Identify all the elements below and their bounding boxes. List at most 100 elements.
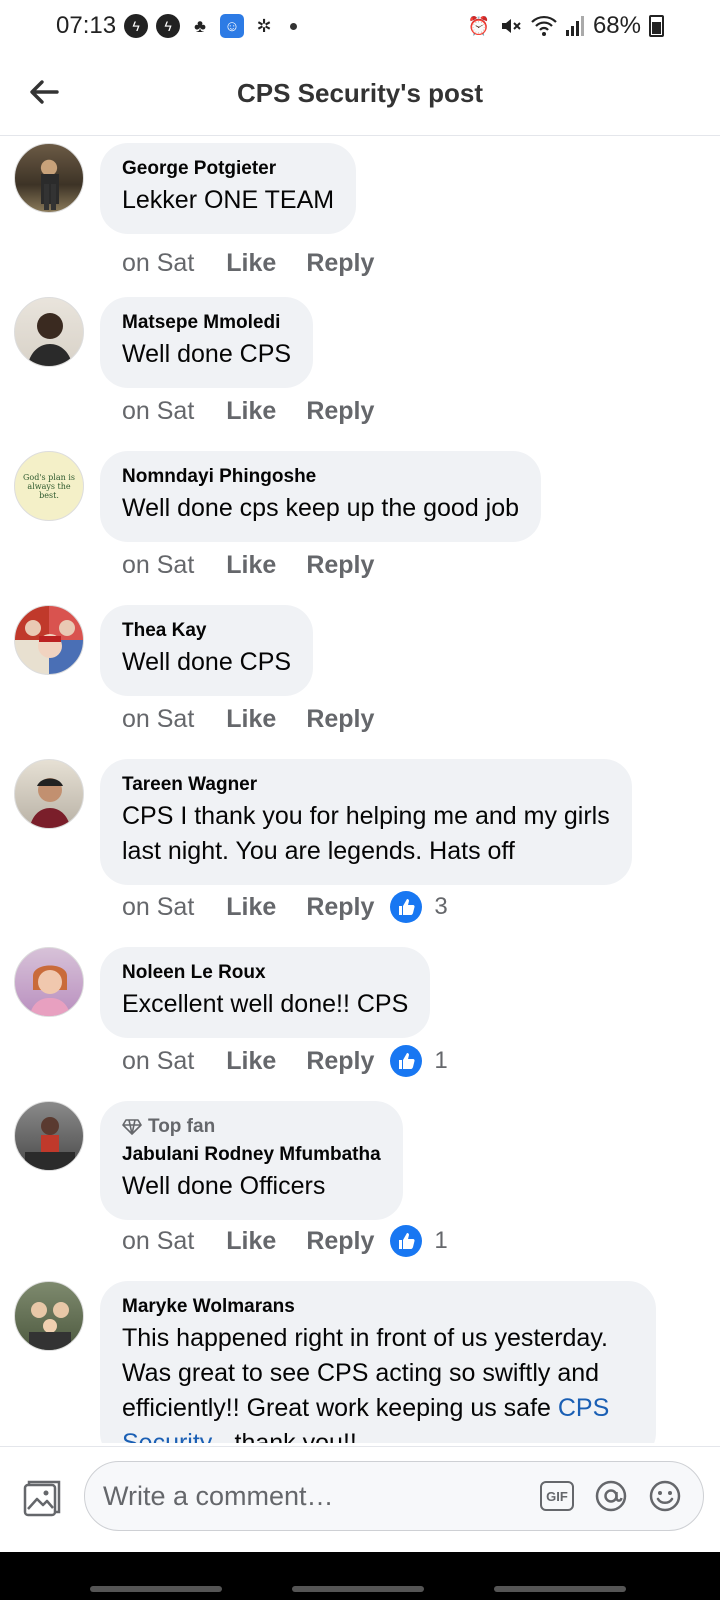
page-title: CPS Security's post <box>236 78 484 108</box>
avatar[interactable] <box>14 1101 84 1171</box>
shop-icon: ♣ <box>194 15 206 36</box>
comment-time[interactable]: on Sat <box>122 1227 194 1256</box>
reaction-count[interactable]: 3 <box>434 893 447 921</box>
page-mention-link[interactable]: Security <box>122 1429 212 1443</box>
person-silhouette-icon <box>25 1117 75 1170</box>
messenger-icon: ϟ <box>156 14 181 38</box>
commenter-name[interactable]: Jabulani Rodney Mfumbatha <box>122 1143 381 1167</box>
comment-bubble[interactable]: Tareen Wagner CPS I thank you for helpin… <box>100 759 632 885</box>
avatar[interactable] <box>14 1281 84 1351</box>
comment-bubble[interactable]: Noleen Le Roux Excellent well done!! CPS <box>100 947 431 1038</box>
comment-bubble[interactable]: Top fan Jabulani Rodney Mfumbatha Well d… <box>100 1101 403 1220</box>
comment-bubble[interactable]: Nomndayi Phingoshe Well done cps keep up… <box>100 451 542 542</box>
thumbs-up-reaction-icon[interactable] <box>390 891 423 923</box>
commenter-name[interactable]: Nomndayi Phingoshe <box>122 465 519 489</box>
clock: 07:13 <box>56 12 117 39</box>
comment-actions: on Sat Like Reply 1 <box>122 1043 448 1079</box>
comment-time[interactable]: on Sat <box>122 551 194 580</box>
comment-actions: on Sat Like Reply <box>122 701 390 737</box>
home-button[interactable] <box>292 1586 424 1592</box>
back-nav-button[interactable] <box>494 1586 626 1592</box>
comment-text: This happened right in front of us yeste… <box>122 1321 634 1443</box>
reply-button[interactable]: Reply <box>306 397 374 426</box>
reply-button[interactable]: Reply <box>306 1227 374 1256</box>
comment-input-wrapper[interactable]: GIF <box>84 1461 704 1531</box>
alarm-icon: ⏰ <box>467 15 491 36</box>
person-silhouette-icon <box>27 313 73 366</box>
avatar[interactable] <box>14 297 84 367</box>
system-navigation-bar <box>0 1552 720 1600</box>
like-button[interactable]: Like <box>226 893 276 922</box>
diamond-icon <box>122 1119 142 1135</box>
commenter-name[interactable]: Maryke Wolmarans <box>122 1295 634 1319</box>
gif-button[interactable]: GIF <box>537 1476 577 1516</box>
reply-button[interactable]: Reply <box>306 893 374 922</box>
reply-button[interactable]: Reply <box>306 705 374 734</box>
mention-button[interactable] <box>591 1476 631 1516</box>
reaction-count[interactable]: 1 <box>434 1047 447 1075</box>
avatar[interactable] <box>14 947 84 1017</box>
comment-time[interactable]: on Sat <box>122 893 194 922</box>
like-button[interactable]: Like <box>226 249 276 278</box>
comment-time[interactable]: on Sat <box>122 705 194 734</box>
wifi-icon <box>531 15 557 36</box>
reply-button[interactable]: Reply <box>306 1047 374 1076</box>
comment-text: Well done cps keep up the good job <box>122 494 520 522</box>
mute-icon <box>501 19 521 33</box>
reply-button[interactable]: Reply <box>306 249 374 278</box>
person-silhouette-icon <box>41 174 59 210</box>
avatar[interactable]: God's plan is always the best. <box>14 451 84 521</box>
page-mention-link[interactable]: CPS <box>558 1394 609 1422</box>
back-button[interactable] <box>22 70 66 114</box>
thumbs-up-reaction-icon[interactable] <box>390 1225 423 1257</box>
avatar[interactable] <box>14 143 84 213</box>
top-fan-badge: Top fan <box>122 1115 381 1139</box>
comment-time[interactable]: on Sat <box>122 1047 194 1076</box>
avatar[interactable] <box>14 605 84 675</box>
add-photo-button[interactable] <box>20 1477 64 1521</box>
commenter-name[interactable]: Thea Kay <box>122 619 291 643</box>
comment-text: Excellent well done!! CPS <box>122 990 409 1018</box>
top-fan-label: Top fan <box>148 1116 216 1137</box>
commenter-name[interactable]: Matsepe Mmoledi <box>122 311 291 335</box>
signal-icon <box>565 16 584 36</box>
back-arrow-icon <box>30 80 59 104</box>
comment-text-line: last night. You are legends. Hats off <box>122 837 515 865</box>
comment-bubble[interactable]: George Potgieter Lekker ONE TEAM <box>100 143 357 234</box>
comments-list[interactable]: George Potgieter Lekker ONE TEAM on Sat … <box>0 137 720 1443</box>
emoji-button[interactable] <box>645 1476 685 1516</box>
avatar-quote-text: God's plan is always the best. <box>23 472 75 500</box>
at-sign-icon <box>595 1480 627 1512</box>
like-button[interactable]: Like <box>226 551 276 580</box>
family-photo-icon <box>29 1302 71 1350</box>
thumbs-up-reaction-icon[interactable] <box>390 1045 423 1077</box>
comment-time[interactable]: on Sat <box>122 249 194 278</box>
smiley-icon <box>649 1480 681 1512</box>
like-button[interactable]: Like <box>226 705 276 734</box>
commenter-name[interactable]: Tareen Wagner <box>122 773 610 797</box>
like-button[interactable]: Like <box>226 397 276 426</box>
person-silhouette-icon <box>29 778 71 828</box>
status-right: ⏰ 68% <box>467 12 664 40</box>
recent-apps-button[interactable] <box>90 1586 222 1592</box>
more-notifications-icon <box>290 22 298 30</box>
comment-text: Lekker ONE TEAM <box>122 186 335 214</box>
like-button[interactable]: Like <box>226 1047 276 1076</box>
status-bar: 07:13 ϟ ϟ ♣ ☺ ✲ ⏰ 68% <box>0 0 720 52</box>
commenter-name[interactable]: Noleen Le Roux <box>122 961 408 985</box>
battery-icon <box>649 15 664 37</box>
comment-input[interactable] <box>103 1480 523 1512</box>
like-button[interactable]: Like <box>226 1227 276 1256</box>
comment-time[interactable]: on Sat <box>122 397 194 426</box>
comment-text-line: CPS I thank you for helping me and my gi… <box>122 802 610 830</box>
comment-text-line: Was great to see CPS acting so swiftly a… <box>122 1359 600 1387</box>
comment-bubble[interactable]: Matsepe Mmoledi Well done CPS <box>100 297 314 388</box>
comment-bubble[interactable]: Thea Kay Well done CPS <box>100 605 314 696</box>
settings-dots-icon: ✲ <box>256 15 272 36</box>
reply-button[interactable]: Reply <box>306 551 374 580</box>
comment-actions: on Sat Like Reply 1 <box>122 1223 448 1259</box>
commenter-name[interactable]: George Potgieter <box>122 157 334 181</box>
comment-bubble[interactable]: Maryke Wolmarans This happened right in … <box>100 1281 656 1443</box>
reaction-count[interactable]: 1 <box>434 1227 447 1255</box>
avatar[interactable] <box>14 759 84 829</box>
